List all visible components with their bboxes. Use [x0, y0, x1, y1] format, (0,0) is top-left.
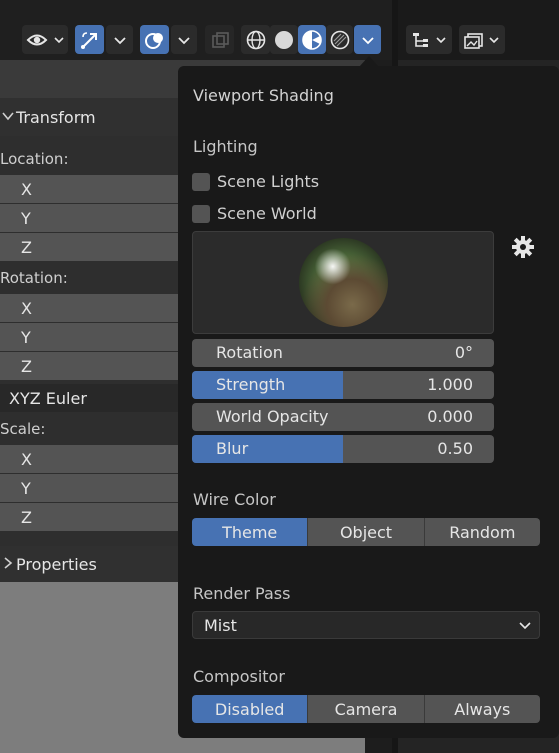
material-preview-shading-icon [302, 29, 322, 50]
rotation-label: Rotation: [0, 269, 68, 287]
xray-icon [211, 31, 229, 48]
image-display-dropdown[interactable] [459, 25, 505, 54]
location-y-field[interactable]: Y [0, 204, 180, 232]
slider-fill [192, 435, 343, 463]
overlay-spheres-icon [144, 32, 163, 49]
material-preview-shading-button[interactable] [298, 25, 326, 54]
blur-slider[interactable]: Blur 0.50 [192, 435, 494, 463]
world-opacity-slider-label: World Opacity [216, 407, 329, 426]
compositor-label: Compositor [193, 667, 285, 686]
render-pass-label: Render Pass [193, 584, 291, 603]
chevron-down-icon [519, 622, 531, 630]
wire-color-segmented: Theme Object Random [192, 518, 540, 546]
rendered-shading-button[interactable] [326, 25, 353, 54]
render-pass-value: Mist [204, 615, 237, 635]
world-opacity-slider-value: 0.000 [427, 407, 473, 426]
scale-x-field[interactable]: X [0, 445, 180, 473]
lighting-label: Lighting [193, 137, 258, 156]
scene-lights-checkbox[interactable]: Scene Lights [192, 172, 319, 191]
outliner-tree-icon [413, 32, 446, 47]
location-x-field[interactable]: X [0, 175, 180, 203]
compositor-option-always[interactable]: Always [423, 695, 540, 723]
shading-dropdown-chevron-icon [361, 36, 374, 44]
blur-slider-label: Blur [216, 439, 249, 458]
strength-slider[interactable]: Strength 1.000 [192, 371, 494, 399]
scale-y-field[interactable]: Y [0, 474, 180, 502]
render-pass-dropdown[interactable]: Mist [192, 611, 540, 639]
xray-toggle[interactable] [205, 25, 234, 54]
wireframe-shading-icon [246, 30, 265, 49]
rotation-y-field[interactable]: Y [0, 323, 180, 351]
compositor-option-camera[interactable]: Camera [307, 695, 424, 723]
properties-panel-header[interactable]: Properties [0, 546, 180, 582]
scene-world-checkbox[interactable]: Scene World [192, 204, 317, 223]
strength-slider-value: 1.000 [427, 375, 473, 394]
compositor-option-disabled[interactable]: Disabled [192, 695, 308, 723]
shading-popover-button[interactable] [354, 25, 381, 54]
world-opacity-slider[interactable]: World Opacity 0.000 [192, 403, 494, 431]
chevron-down-icon [0, 110, 16, 124]
compositor-segmented: Disabled Camera Always [192, 695, 540, 723]
visibility-dropdown[interactable] [22, 25, 68, 54]
wire-color-option-random[interactable]: Random [423, 518, 540, 546]
solid-shading-icon [275, 30, 293, 49]
rotation-z-field[interactable]: Z [0, 352, 180, 380]
wire-color-option-theme[interactable]: Theme [192, 518, 308, 546]
rotation-slider-value: 0° [454, 343, 473, 362]
gizmo-arrow-icon [80, 31, 97, 49]
transform-panel-header[interactable]: Transform [0, 98, 180, 136]
rotation-slider[interactable]: Rotation 0° [192, 339, 494, 367]
chevron-down-icon [178, 36, 190, 44]
scale-z-field[interactable]: Z [0, 503, 180, 531]
scene-world-label: Scene World [217, 204, 317, 223]
wire-color-label: Wire Color [193, 490, 276, 509]
image-display-icon [464, 32, 499, 49]
gear-icon[interactable] [511, 235, 535, 259]
outliner-display-mode-dropdown[interactable] [406, 25, 452, 54]
transform-header-label: Transform [16, 107, 96, 127]
wire-color-option-object[interactable]: Object [307, 518, 424, 546]
location-label: Location: [0, 150, 69, 168]
rotation-slider-label: Rotation [216, 343, 283, 362]
chevron-down-icon [113, 36, 126, 44]
gizmo-toggle[interactable] [75, 25, 104, 54]
blur-slider-value: 0.50 [437, 439, 473, 458]
scene-lights-label: Scene Lights [217, 172, 320, 191]
rotation-x-field[interactable]: X [0, 294, 180, 322]
rotation-mode-dropdown[interactable]: XYZ Euler [0, 384, 180, 412]
chevron-right-icon [0, 556, 16, 572]
scale-label: Scale: [0, 420, 46, 438]
eye-visibility-icon [26, 34, 64, 45]
wireframe-shading-button[interactable] [241, 25, 270, 54]
popover-title: Viewport Shading [193, 86, 334, 105]
location-z-field[interactable]: Z [0, 233, 180, 261]
viewport-header [0, 0, 392, 60]
gizmo-dropdown[interactable] [106, 25, 133, 54]
checkbox-box[interactable] [192, 172, 210, 191]
overlays-toggle[interactable] [140, 25, 169, 54]
strength-slider-label: Strength [216, 375, 286, 394]
solid-shading-button[interactable] [270, 25, 298, 54]
checkbox-box[interactable] [192, 204, 210, 223]
rendered-shading-icon [330, 30, 349, 49]
overlays-dropdown[interactable] [171, 25, 197, 54]
properties-header-label: Properties [16, 554, 97, 574]
hdri-sphere-thumbnail [299, 238, 388, 327]
